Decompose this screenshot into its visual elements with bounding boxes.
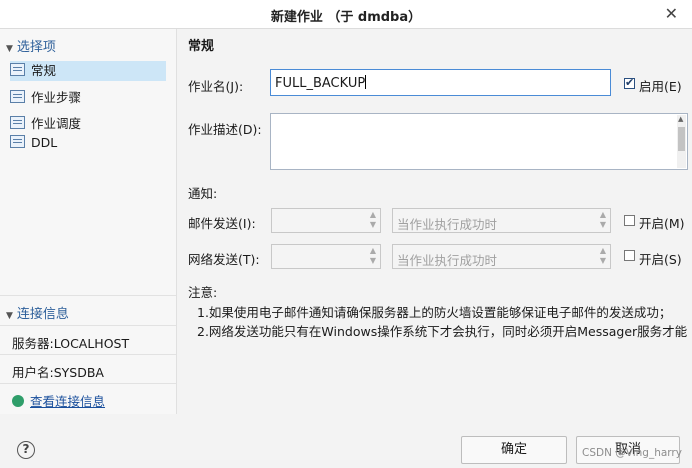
connection-section-label: 连接信息: [16, 307, 69, 322]
view-connection-label: 查看连接信息: [30, 394, 106, 409]
email-condition-select[interactable]: 当作业执行成功时 ▲ ▼: [392, 208, 611, 233]
connection-link-icon: [12, 395, 24, 407]
view-connection-link[interactable]: 查看连接信息: [12, 391, 105, 410]
divider: [0, 354, 176, 355]
window-title: 新建作业 （于 dmdba）: [270, 10, 422, 25]
collapse-triangle-icon[interactable]: ▼: [6, 311, 13, 321]
job-desc-label: 作业描述(D):: [188, 122, 262, 137]
nav-item-label: 作业步骤: [31, 90, 82, 105]
spinner-arrows-icon[interactable]: ▲ ▼: [370, 210, 376, 230]
page-icon: [10, 90, 25, 103]
nav-item-label: DDL: [31, 135, 58, 150]
net-condition-value: 当作业执行成功时: [397, 253, 498, 268]
divider: [0, 325, 176, 326]
job-desc-textarea[interactable]: ▲: [270, 113, 688, 170]
title-bar: 新建作业 （于 dmdba） ✕: [0, 0, 692, 29]
ok-button[interactable]: 确定: [461, 436, 567, 464]
enable-label: 启用(E): [639, 79, 682, 94]
net-open-checkbox[interactable]: [624, 250, 635, 261]
note-line-1: 1.如果使用电子邮件通知请确保服务器上的防火墙设置能够保证电子邮件的发送成功；: [197, 305, 672, 320]
nav-item-label: 作业调度: [31, 116, 82, 131]
note-line-2: 2.网络发送功能只有在Windows操作系统下才会执行，同时必须开启Messag…: [197, 324, 688, 339]
notify-label: 通知:: [188, 186, 218, 201]
collapse-triangle-icon[interactable]: ▼: [6, 44, 13, 54]
email-label: 邮件发送(I):: [188, 216, 256, 231]
job-name-label: 作业名(J):: [188, 79, 244, 94]
net-target-spinner[interactable]: ▲ ▼: [271, 244, 381, 269]
section-title: 常规: [188, 39, 215, 54]
net-condition-select[interactable]: 当作业执行成功时 ▲ ▼: [392, 244, 611, 269]
divider: [0, 295, 176, 296]
select-arrows-icon[interactable]: ▲ ▼: [600, 246, 606, 266]
job-name-value: FULL_BACKUP: [275, 76, 366, 91]
nav-item-job-steps[interactable]: 作业步骤: [10, 88, 166, 108]
divider: [0, 383, 176, 384]
email-target-spinner[interactable]: ▲ ▼: [271, 208, 381, 233]
user-info: 用户名:SYSDBA: [12, 365, 104, 380]
server-info: 服务器:LOCALHOST: [12, 336, 130, 351]
select-section-head[interactable]: ▼ 选择项: [6, 36, 56, 55]
email-condition-value: 当作业执行成功时: [397, 217, 498, 232]
note-label: 注意:: [188, 285, 218, 300]
close-icon[interactable]: ✕: [665, 4, 678, 23]
note-line-2-clip: 2.网络发送功能只有在Windows操作系统下才会执行，同时必须开启Messag…: [197, 321, 692, 339]
email-open-label: 开启(M): [639, 216, 685, 231]
nav-item-ddl[interactable]: DDL: [10, 133, 166, 153]
page-icon: [10, 63, 25, 76]
select-section-label: 选择项: [16, 40, 56, 55]
nav-item-job-schedule[interactable]: 作业调度: [10, 114, 166, 134]
desc-scrollbar[interactable]: ▲: [677, 115, 686, 168]
enable-checkbox[interactable]: [624, 76, 635, 89]
job-name-input[interactable]: FULL_BACKUP: [270, 69, 611, 96]
scroll-thumb[interactable]: [678, 127, 685, 151]
watermark: CSDN @Ving_harry: [582, 447, 682, 459]
page-icon: [10, 116, 25, 129]
email-open-checkbox[interactable]: [624, 215, 635, 226]
select-arrows-icon[interactable]: ▲ ▼: [600, 210, 606, 230]
help-icon[interactable]: ?: [17, 441, 35, 459]
nav-item-label: 常规: [31, 63, 57, 78]
net-open-label: 开启(S): [639, 252, 682, 267]
page-icon: [10, 135, 25, 148]
nav-item-general[interactable]: 常规: [10, 61, 166, 81]
net-label: 网络发送(T):: [188, 252, 260, 267]
connection-section-head[interactable]: ▼ 连接信息: [6, 303, 69, 322]
scroll-up-icon[interactable]: ▲: [678, 115, 683, 123]
spinner-arrows-icon[interactable]: ▲ ▼: [370, 246, 376, 266]
left-panel: ▼ 选择项 常规 作业步骤 作业调度 DDL ▼ 连接信息 服务器:LOCALHOS…: [0, 29, 177, 414]
text-cursor: [365, 75, 367, 89]
